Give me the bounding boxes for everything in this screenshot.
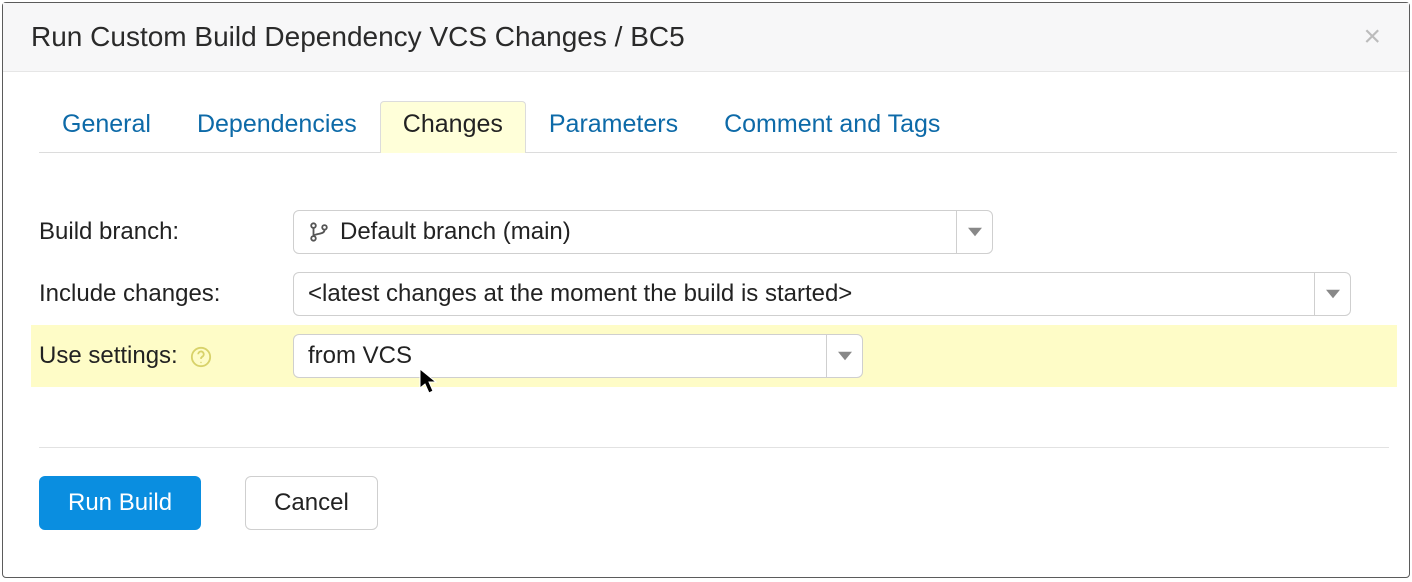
label-include-changes: Include changes: xyxy=(39,280,293,308)
dialog-footer: Run Build Cancel xyxy=(39,447,1389,556)
tab-bar: General Dependencies Changes Parameters … xyxy=(39,100,1397,153)
tab-dependencies[interactable]: Dependencies xyxy=(174,101,380,153)
row-use-settings: Use settings: from VCS xyxy=(31,325,1397,387)
select-build-branch[interactable]: Default branch (main) xyxy=(293,210,993,254)
chevron-down-icon[interactable] xyxy=(1314,273,1350,315)
branch-text: Default branch (main) xyxy=(340,218,571,246)
select-include-changes[interactable]: <latest changes at the moment the build … xyxy=(293,272,1351,316)
dialog-body: General Dependencies Changes Parameters … xyxy=(3,72,1409,577)
select-use-settings-value: from VCS xyxy=(294,335,826,377)
run-build-button[interactable]: Run Build xyxy=(39,476,201,530)
label-use-settings-text: Use settings: xyxy=(39,342,178,369)
select-include-changes-value: <latest changes at the moment the build … xyxy=(294,273,1314,315)
row-include-changes: Include changes: <latest changes at the … xyxy=(31,263,1397,325)
tab-changes[interactable]: Changes xyxy=(380,101,526,153)
branch-icon xyxy=(308,221,330,243)
dialog-title: Run Custom Build Dependency VCS Changes … xyxy=(31,21,685,53)
cancel-button[interactable]: Cancel xyxy=(245,476,378,530)
tab-general[interactable]: General xyxy=(39,101,174,153)
chevron-down-icon[interactable] xyxy=(956,211,992,253)
row-build-branch: Build branch: Default branch (main) xyxy=(31,201,1397,263)
run-build-dialog: Run Custom Build Dependency VCS Changes … xyxy=(2,2,1410,578)
dialog-header: Run Custom Build Dependency VCS Changes … xyxy=(3,3,1409,72)
chevron-down-icon[interactable] xyxy=(826,335,862,377)
label-build-branch: Build branch: xyxy=(39,218,293,246)
help-icon[interactable] xyxy=(190,346,212,368)
tab-comment-tags[interactable]: Comment and Tags xyxy=(701,101,963,153)
label-use-settings: Use settings: xyxy=(39,342,293,370)
select-use-settings[interactable]: from VCS xyxy=(293,334,863,378)
tab-parameters[interactable]: Parameters xyxy=(526,101,701,153)
close-icon[interactable]: × xyxy=(1363,22,1381,52)
select-build-branch-value: Default branch (main) xyxy=(294,211,956,253)
